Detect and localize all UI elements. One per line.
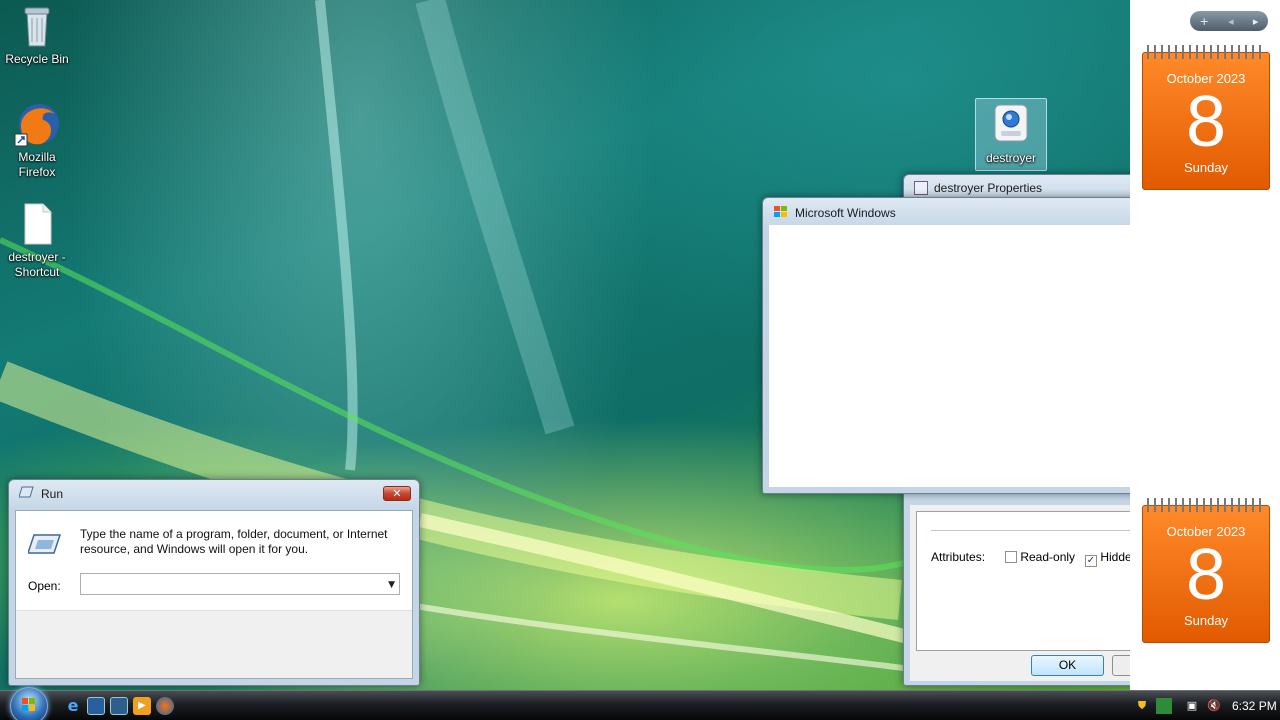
general-tab-page: Attributes: Read-only ✓ Hidden <box>916 511 1146 651</box>
file-shortcut-icon <box>13 200 61 248</box>
show-desktop-icon[interactable] <box>87 697 105 715</box>
calendar-day: 8 <box>1185 535 1227 615</box>
previous-gadgets-button[interactable]: ◂ <box>1228 15 1234 28</box>
security-shield-icon[interactable]: ⛊ <box>1134 698 1150 714</box>
calendar-gadget[interactable]: October 2023 8 Sunday <box>1142 498 1270 643</box>
desktop-icon-recycle-bin[interactable]: Recycle Bin <box>1 2 73 67</box>
readonly-check-box[interactable] <box>1005 551 1017 563</box>
attributes-label: Attributes: <box>931 550 986 564</box>
run-description: Type the name of a program, folder, docu… <box>80 527 388 556</box>
calendar-weekday: Sunday <box>1183 613 1229 628</box>
firefox-icon <box>13 100 61 148</box>
properties-title: destroyer Properties <box>914 181 1042 195</box>
open-combobox[interactable]: ▼ <box>80 573 400 595</box>
switch-windows-icon[interactable] <box>110 697 128 715</box>
run-program-icon <box>26 531 62 560</box>
start-button[interactable] <box>10 687 48 720</box>
desktop-icon-label: destroyer - Shortcut <box>8 250 66 279</box>
windows-logo-icon <box>22 698 35 711</box>
sidebar-toolbar: + ◂ ▸ <box>1190 11 1268 31</box>
internet-explorer-icon[interactable]: e <box>64 697 82 715</box>
calendar-rings <box>1147 498 1265 512</box>
calendar-day: 8 <box>1185 82 1227 162</box>
calendar-rings <box>1147 45 1265 59</box>
windows-update-icon[interactable] <box>1156 698 1172 714</box>
properties-window-icon <box>914 181 928 195</box>
volume-muted-icon[interactable]: 🔇 <box>1206 698 1222 714</box>
run-title: Run <box>18 486 63 501</box>
windows-logo-icon <box>773 204 789 221</box>
run-body: Type the name of a program, folder, docu… <box>15 510 413 679</box>
exe-icon <box>987 101 1035 149</box>
desktop-icon-label: Recycle Bin <box>5 52 69 66</box>
hidden-check-box[interactable]: ✓ <box>1085 555 1097 567</box>
dialog-title: Microsoft Windows <box>773 204 896 221</box>
desktop-icon-label: Mozilla Firefox <box>18 150 56 179</box>
properties-panel: Attributes: Read-only ✓ Hidden OK <box>910 505 1152 681</box>
clock[interactable]: 6:32 PM <box>1232 699 1277 713</box>
system-tray: ⛊ ▣ 🔇 6:32 PM <box>1128 691 1280 720</box>
readonly-checkbox[interactable]: Read-only <box>1005 550 1075 564</box>
open-label: Open: <box>28 579 61 593</box>
desktop-icon-destroyer-shortcut[interactable]: destroyer - Shortcut <box>1 200 73 280</box>
add-gadget-button[interactable]: + <box>1200 15 1209 28</box>
ok-button[interactable]: OK <box>1031 655 1104 676</box>
calendar-weekday: Sunday <box>1183 160 1229 175</box>
desktop-icon-label: destroyer <box>985 151 1037 165</box>
network-icon[interactable]: ▣ <box>1184 698 1200 714</box>
media-player-icon[interactable]: ▶ <box>133 697 151 715</box>
recycle-bin-icon <box>13 2 61 50</box>
run-button-area <box>16 610 412 678</box>
desktop-icon-destroyer[interactable]: destroyer <box>975 98 1047 171</box>
run-window-icon <box>18 486 35 501</box>
firefox-icon[interactable] <box>156 697 174 715</box>
desktop-icon-firefox[interactable]: Mozilla Firefox <box>1 100 73 180</box>
taskbar: e ▶ ⛊ ▣ 🔇 6:32 PM <box>0 687 1280 720</box>
chevron-down-icon[interactable]: ▼ <box>388 580 395 590</box>
run-dialog[interactable]: Run ✕ Type the name of a program, folder… <box>8 479 420 686</box>
close-button[interactable]: ✕ <box>383 486 411 501</box>
calendar-gadget[interactable]: October 2023 8 Sunday <box>1142 45 1270 190</box>
next-gadgets-button[interactable]: ▸ <box>1253 15 1259 28</box>
windows-sidebar: + ◂ ▸ October 2023 8 Sunday October 2023… <box>1130 0 1280 690</box>
separator <box>931 530 1145 531</box>
